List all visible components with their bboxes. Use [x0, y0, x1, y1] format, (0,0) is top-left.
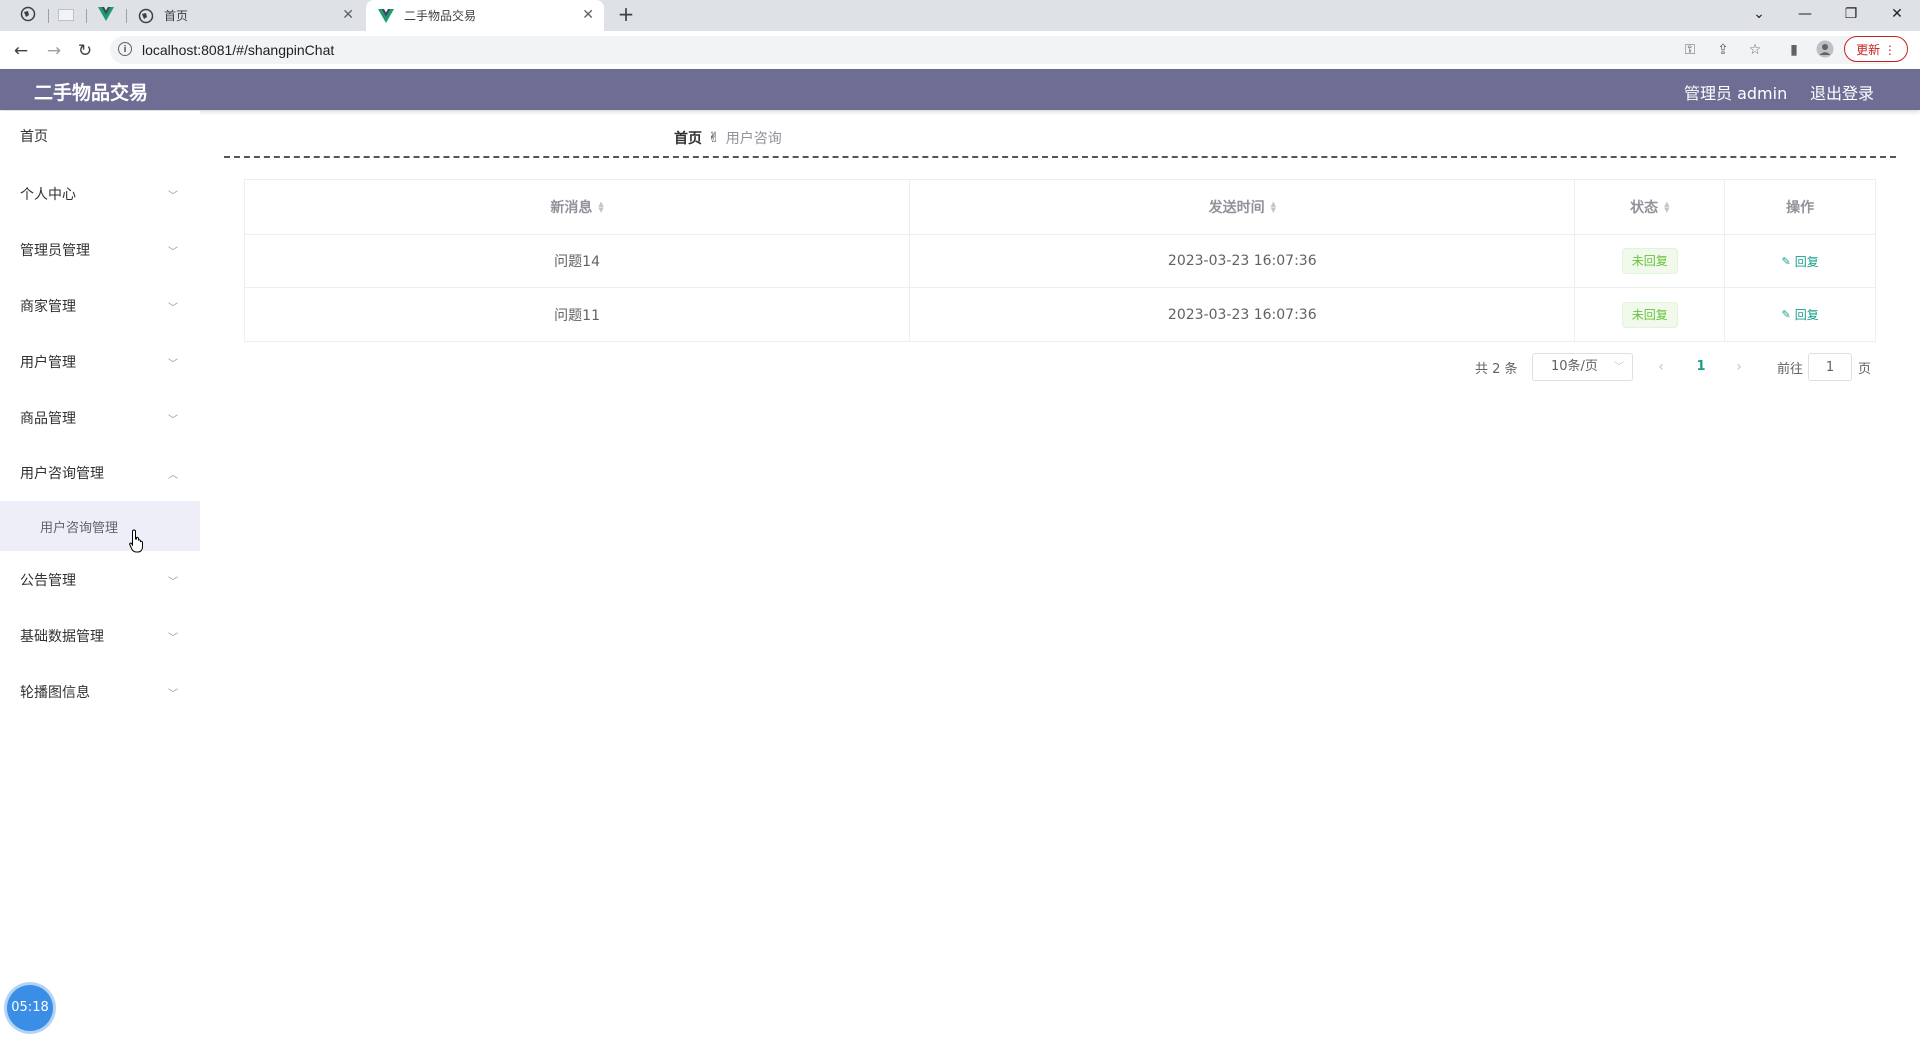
header-send-time[interactable]: 发送时间 ▲ ▼ [910, 180, 1576, 234]
tab-home[interactable]: 首页 ✕ [130, 0, 364, 31]
address-bar[interactable]: i localhost:8081/#/shangpinChat [110, 36, 1900, 64]
header-action: 操作 [1786, 200, 1815, 216]
share-icon[interactable]: ⇪ [1713, 40, 1733, 60]
sidebar-item-home[interactable]: 首页 [0, 116, 200, 156]
sidebar-item-profile[interactable]: 个人中心 ﹀ [0, 174, 200, 214]
minimize-icon[interactable]: — [1782, 0, 1828, 31]
side-panel-icon[interactable]: ▮ [1784, 40, 1804, 60]
sort-icon[interactable]: ▲ ▼ [1271, 201, 1276, 214]
page-size-select[interactable]: 10条/页 ﹀ [1532, 353, 1633, 381]
hand-cursor-icon [129, 529, 145, 557]
new-tab-button[interactable]: + [612, 2, 640, 26]
header-status[interactable]: 状态 ▲ ▼ [1575, 180, 1726, 234]
reply-button[interactable]: ✎ 回复 [1781, 253, 1818, 270]
cell-send-time: 2023-03-23 16:07:36 [910, 288, 1576, 341]
bookmark-star-icon[interactable]: ☆ [1745, 40, 1765, 60]
update-button[interactable]: 更新 ⋮ [1844, 36, 1908, 62]
sidebar-item-notice[interactable]: 公告管理 ﹀ [0, 560, 200, 600]
site-info-icon[interactable]: i [118, 42, 132, 56]
back-icon[interactable]: ← [10, 40, 32, 62]
close-icon[interactable]: ✕ [342, 8, 354, 22]
chevron-up-icon: ︿ [168, 470, 178, 481]
sidebar-subitem-consultation[interactable]: 用户咨询管理 [0, 501, 200, 551]
sidebar-item-carousel[interactable]: 轮播图信息 ﹀ [0, 672, 200, 712]
breadcrumb-home[interactable]: 首页 [674, 128, 702, 148]
chevron-down-icon: ﹀ [168, 247, 178, 258]
timer-badge[interactable]: 05:18 [7, 985, 53, 1031]
app-title: 二手物品交易 [34, 82, 149, 104]
header-message[interactable]: 新消息 ▲ ▼ [245, 180, 911, 234]
sidebar-item-consultation[interactable]: 用户咨询管理 ︿ [0, 453, 200, 493]
chevron-down-icon: ﹀ [168, 303, 178, 314]
chevron-down-icon: ﹀ [168, 633, 178, 644]
status-badge: 未回复 [1621, 301, 1678, 328]
vue-icon [98, 6, 114, 25]
restore-icon[interactable]: ❐ [1828, 0, 1874, 31]
cell-action: ✎ 回复 [1725, 235, 1875, 287]
breadcrumb-current: 用户咨询 [725, 131, 782, 147]
key-icon[interactable]: ⚿ [1680, 40, 1700, 60]
table-row: 问题11 2023-03-23 16:07:36 未回复 ✎ 回复 [245, 288, 1875, 341]
sidebar: 首页 个人中心 ﹀ 管理员管理 ﹀ 商家管理 ﹀ 用户管理 ﹀ 商品管理 ﹀ 用… [0, 111, 200, 1038]
app-header: 二手物品交易 管理员 admin 退出登录 [0, 69, 1920, 110]
tab-title: 首页 [164, 9, 189, 23]
close-icon[interactable]: ✕ [582, 8, 594, 22]
pinned-tab-vue[interactable] [90, 0, 122, 31]
sort-icon[interactable]: ▲ ▼ [1664, 201, 1669, 214]
cell-message: 问题14 [245, 235, 911, 287]
cell-status: 未回复 [1575, 235, 1726, 287]
url-text[interactable]: localhost:8081/#/shangpinChat [142, 42, 334, 58]
globe-icon [138, 8, 154, 24]
pagination-total: 共 2 条 [1475, 361, 1518, 377]
sort-icon[interactable]: ▲ ▼ [598, 201, 603, 214]
consultation-table: 新消息 ▲ ▼ 发送时间 ▲ ▼ 状态 ▲ ▼ 操作 问题14 2023-03-23 … [244, 179, 1876, 342]
forward-icon[interactable]: → [43, 40, 65, 62]
chevron-down-icon: ﹀ [1614, 362, 1624, 373]
cell-send-time: 2023-03-23 16:07:36 [910, 235, 1576, 287]
logout-button[interactable]: 退出登录 [1810, 80, 1874, 104]
page-icon [58, 6, 74, 25]
sidebar-item-merchant[interactable]: 商家管理 ﹀ [0, 286, 200, 326]
sidebar-item-products[interactable]: 商品管理 ﹀ [0, 398, 200, 438]
cell-action: ✎ 回复 [1725, 288, 1875, 341]
edit-icon: ✎ [1781, 308, 1791, 321]
sidebar-item-users[interactable]: 用户管理 ﹀ [0, 342, 200, 382]
globe-icon [20, 6, 36, 26]
window-close-icon[interactable]: ✕ [1874, 0, 1920, 31]
vue-icon [378, 8, 394, 24]
cell-message: 问题11 [245, 288, 911, 341]
edit-icon: ✎ [1781, 254, 1791, 268]
chevron-down-icon: ﹀ [168, 191, 178, 202]
cell-status: 未回复 [1575, 288, 1726, 341]
pinned-tab-blank[interactable] [50, 0, 82, 31]
chevron-down-icon: ﹀ [168, 689, 178, 700]
chevron-down-icon: ﹀ [168, 415, 178, 426]
reply-button[interactable]: ✎ 回复 [1781, 306, 1818, 323]
breadcrumb-divider [224, 156, 1896, 158]
next-page-button[interactable]: › [1725, 353, 1753, 381]
tab-active[interactable]: 二手物品交易 ✕ [366, 0, 604, 31]
status-badge: 未回复 [1621, 248, 1678, 274]
sidebar-item-basic-data[interactable]: 基础数据管理 ﹀ [0, 616, 200, 656]
chevron-down-icon: ﹀ [168, 577, 178, 588]
page-number-current[interactable]: 1 [1690, 353, 1712, 381]
tab-search-icon[interactable]: ⌄ [1736, 0, 1782, 31]
prev-page-button[interactable]: ‹ [1647, 353, 1675, 381]
profile-icon[interactable] [1815, 40, 1835, 60]
browser-toolbar: ← → ↻ i localhost:8081/#/shangpinChat ⚿ … [0, 31, 1920, 70]
admin-label: 管理员 admin [1684, 84, 1788, 103]
browser-tab-bar: 首页 ✕ 二手物品交易 ✕ + ⌄ — ❐ ✕ [0, 0, 1920, 31]
table-row: 问题14 2023-03-23 16:07:36 未回复 ✎ 回复 [245, 235, 1875, 288]
hand-pointer-icon: ✌ [708, 130, 720, 146]
sidebar-item-admin[interactable]: 管理员管理 ﹀ [0, 230, 200, 270]
breadcrumb: 首页 ✌ 用户咨询 [674, 128, 782, 148]
chevron-down-icon: ﹀ [168, 359, 178, 370]
goto-prefix: 前往 [1777, 361, 1804, 377]
goto-page-input[interactable] [1808, 353, 1852, 381]
pinned-tab-globe[interactable] [12, 0, 44, 31]
table-header-row: 新消息 ▲ ▼ 发送时间 ▲ ▼ 状态 ▲ ▼ 操作 [245, 180, 1875, 235]
reload-icon[interactable]: ↻ [74, 40, 96, 62]
goto-suffix: 页 [1858, 361, 1872, 377]
tab-title: 二手物品交易 [404, 9, 477, 23]
